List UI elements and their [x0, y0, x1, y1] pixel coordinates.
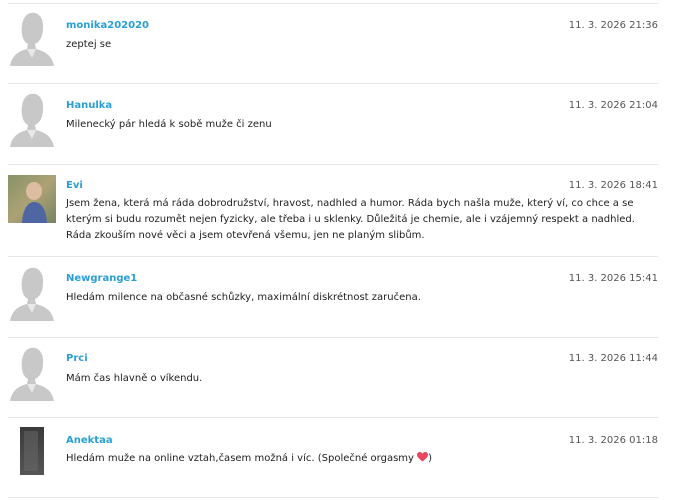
divider: [8, 83, 658, 84]
post-timestamp: 11. 3. 2026 18:41: [568, 180, 658, 191]
user-photo[interactable]: [8, 427, 56, 475]
post-author-link[interactable]: Hanulka: [66, 100, 112, 112]
post-message-end: ): [428, 453, 433, 464]
post-author-link[interactable]: Prci: [66, 353, 88, 365]
post-timestamp: 11. 3. 2026 01:18: [568, 435, 658, 446]
post-author-link[interactable]: Evi: [66, 180, 83, 192]
post-timestamp: 11. 3. 2026 21:36: [568, 20, 658, 31]
post-message: Hledám muže na online vztah,časem možná …: [66, 451, 658, 467]
default-silhouette-icon[interactable]: [8, 263, 56, 321]
post-timestamp: 11. 3. 2026 15:41: [568, 273, 658, 284]
post-author-link[interactable]: Newgrange1: [66, 273, 137, 285]
divider: [8, 256, 658, 257]
user-photo[interactable]: [8, 175, 56, 223]
message-feed: monika202020 11. 3. 2026 21:36 zeptej se…: [0, 0, 675, 500]
post-message: Jsem žena, která má ráda dobrodružství, …: [66, 198, 635, 241]
post-author-link[interactable]: monika202020: [66, 20, 149, 32]
divider: [8, 417, 658, 418]
post-message: Mám čas hlavně o víkendu.: [66, 373, 203, 384]
default-silhouette-icon[interactable]: [8, 8, 56, 66]
divider: [8, 164, 658, 165]
heart-icon: [417, 452, 429, 462]
default-silhouette-icon[interactable]: [8, 89, 56, 147]
divider: [8, 337, 658, 338]
post-author-link[interactable]: Anektaa: [66, 435, 113, 447]
post-timestamp: 11. 3. 2026 11:44: [568, 353, 658, 364]
post-message: Hledám milence na občasné schůzky, maxim…: [66, 292, 421, 303]
divider: [8, 497, 658, 498]
divider: [8, 3, 658, 4]
post-message: zeptej se: [66, 39, 112, 50]
default-silhouette-icon[interactable]: [8, 343, 56, 401]
post-timestamp: 11. 3. 2026 21:04: [568, 100, 658, 111]
post-message: Milenecký pár hledá k sobě muže či zenu: [66, 119, 272, 130]
post-message-text: Hledám muže na online vztah,časem možná …: [66, 453, 414, 464]
